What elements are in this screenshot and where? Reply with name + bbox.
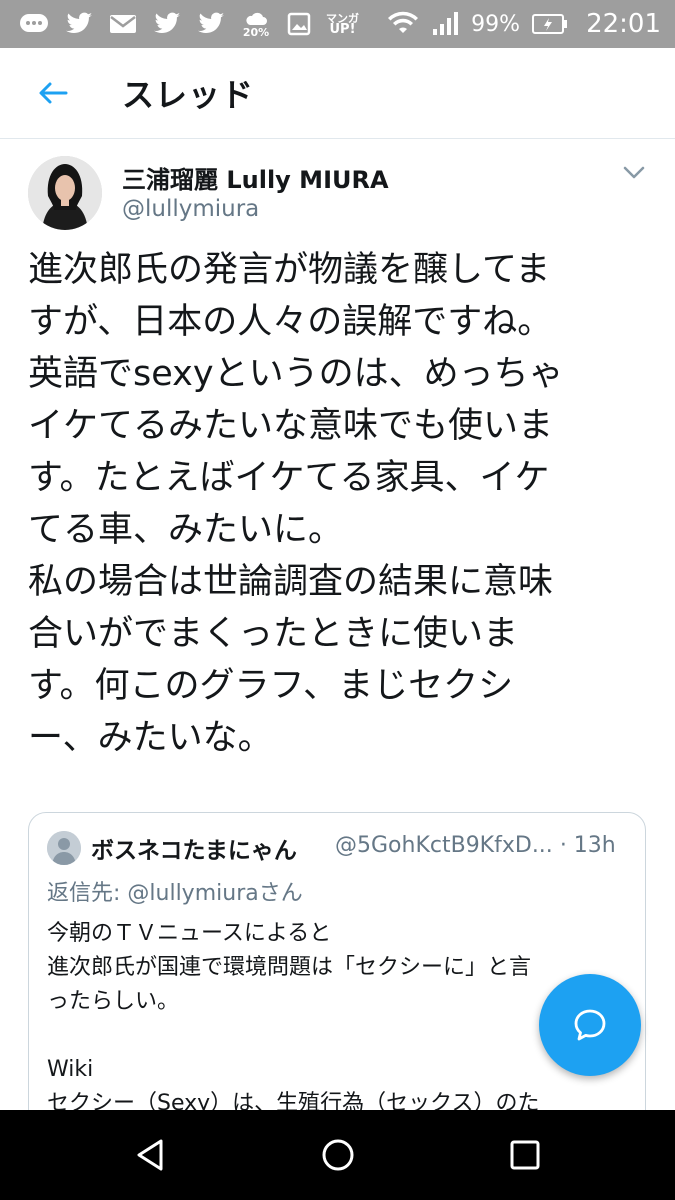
reply-to: 返信先: @lullymiuraさん	[47, 875, 303, 907]
author-avatar[interactable]	[28, 156, 102, 230]
page-title: スレッド	[122, 76, 255, 114]
nav-recents-button[interactable]	[505, 1135, 545, 1175]
tweet-menu-button[interactable]	[620, 160, 648, 184]
tweet-text: 進次郎氏の発言が物議を醸してま すが、日本の人々の誤解ですね。 英語でsexyと…	[28, 244, 653, 764]
quoted-line: Wiki	[47, 1057, 94, 1082]
reply-target-link[interactable]: @lullymiuraさん	[127, 881, 302, 906]
mail-icon	[108, 12, 138, 36]
nav-back-button[interactable]	[130, 1135, 170, 1175]
reply-bubble-icon	[574, 1009, 606, 1041]
back-button[interactable]	[28, 73, 78, 113]
author-name[interactable]: 三浦瑠麗 Lully MIURA	[122, 160, 389, 195]
battery-charging-icon	[532, 13, 568, 35]
reply-prefix: 返信先:	[47, 881, 128, 906]
navigation-bar	[0, 1110, 675, 1200]
nav-home-button[interactable]	[318, 1135, 358, 1175]
twitter-bird-icon	[64, 11, 94, 37]
reply-fab-button[interactable]	[539, 974, 641, 1076]
back-arrow-icon	[39, 82, 68, 104]
system-status: 99% 22:01	[387, 0, 661, 48]
quoted-handle-text: @5GohKctB9KfxD...	[335, 833, 553, 858]
twitter-bird-icon	[152, 11, 182, 37]
square-recents-icon	[510, 1140, 540, 1170]
notification-icons: 20% マンガ UP!	[18, 0, 359, 48]
manga-up-icon: マンガ UP!	[326, 13, 359, 37]
tweet-line: イケてるみたいな意味でも使いま	[28, 406, 554, 446]
author-handle[interactable]: @lullymiura	[122, 196, 259, 222]
clock: 22:01	[586, 9, 661, 39]
triangle-back-icon	[137, 1139, 163, 1171]
quoted-line: 今朝のＴＶニュースによると	[47, 921, 332, 946]
chevron-down-icon	[623, 166, 645, 179]
tweet-line: 英語でsexyというのは、めっちゃ	[28, 354, 564, 394]
quoted-author-name[interactable]: ボスネコたまにゃん	[91, 831, 297, 865]
tweet-line: す。たとえばイケてる家具、イケ	[28, 458, 550, 498]
weather-cloud-icon: 20%	[240, 11, 272, 38]
tweet-line: 進次郎氏の発言が物議を醸してま	[28, 250, 551, 290]
signal-icon	[431, 11, 459, 37]
manga-label-bottom: UP!	[329, 22, 356, 37]
tweet-line: ー、みたいな。	[28, 718, 273, 758]
quoted-line: 進次郎氏が国連で環境問題は「セクシーに」と言	[47, 955, 532, 980]
circle-home-icon	[322, 1139, 354, 1171]
chat-bubble-icon	[18, 11, 50, 37]
status-bar: 20% マンガ UP! 99% 22:01	[0, 0, 675, 48]
quoted-author-handle: @5GohKctB9KfxD... · 13h	[335, 833, 616, 858]
battery-percent: 99%	[471, 11, 521, 37]
weather-percent: 20%	[242, 25, 270, 39]
tweet-line: 私の場合は世論調査の結果に意味	[28, 562, 554, 602]
tweet-line: す。何このグラフ、まじセクシ	[28, 666, 514, 706]
quoted-author-avatar[interactable]	[47, 831, 81, 865]
twitter-bird-icon	[196, 11, 226, 37]
app-bar: スレッド	[0, 48, 675, 139]
tweet-line: 合いがでまくったときに使いま	[28, 614, 519, 654]
quoted-time: · 13h	[559, 833, 616, 858]
quoted-tweet[interactable]: ボスネコたまにゃん @5GohKctB9KfxD... · 13h 返信先: @…	[28, 812, 646, 1134]
wifi-icon	[387, 11, 419, 37]
tweet-line: てる車、みたいに。	[28, 510, 344, 550]
image-icon	[286, 11, 312, 37]
tweet-line: すが、日本の人々の誤解ですね。	[28, 302, 553, 342]
